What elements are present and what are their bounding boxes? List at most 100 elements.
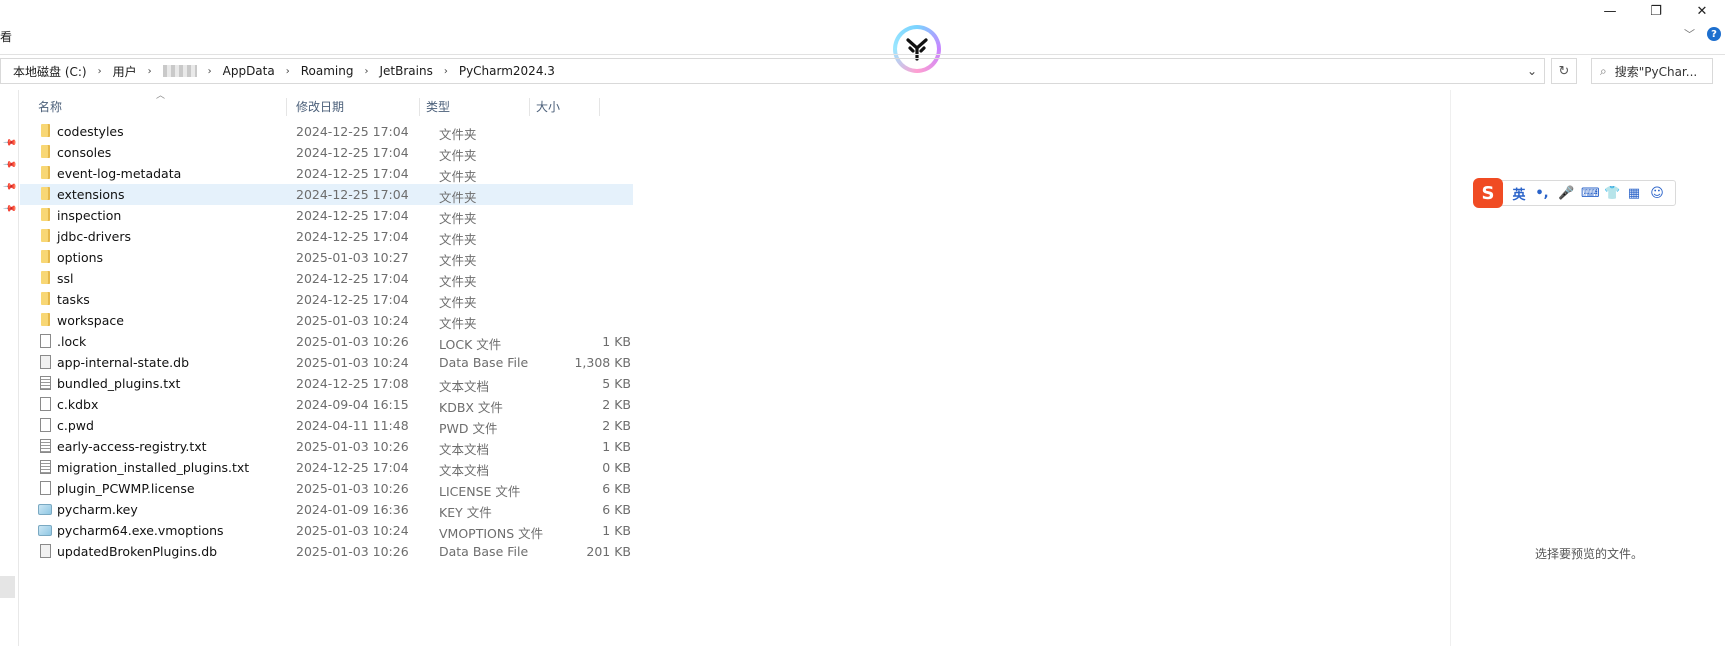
window-controls: — ❐ ✕ [1587,0,1725,22]
file-name[interactable]: bundled_plugins.txt [57,376,180,391]
table-row[interactable]: pycharm.key 2024-01-09 16:36 KEY 文件 6 KB [20,499,1450,520]
keyboard-icon[interactable]: ⌨ [1581,186,1600,201]
file-name[interactable]: options [57,250,103,265]
column-header-name[interactable]: 名称 [32,98,287,116]
file-name[interactable]: workspace [57,313,124,328]
column-header-size[interactable]: 大小 [530,98,600,116]
apps-grid-icon[interactable]: ▦ [1627,186,1641,201]
database-file-icon [40,544,51,558]
file-name[interactable]: early-access-registry.txt [57,439,207,454]
address-bar[interactable]: 本地磁盘 (C:) › 用户 › › AppData › Roaming › JetBrains ›… [0,58,1545,84]
file-size: 0 KB [602,460,631,475]
breadcrumb-item[interactable]: AppData [223,64,275,78]
pin-icon[interactable]: 📌 [2,179,17,194]
file-type: KDBX 文件 [439,400,503,415]
breadcrumb-item[interactable]: Roaming [301,64,354,78]
breadcrumb-redacted-user[interactable] [162,65,197,77]
breadcrumb-item[interactable]: JetBrains [379,64,432,78]
ime-toolbar[interactable]: S 英 •, 🎤 ⌨ 👕 ▦ ☺ [1473,178,1676,208]
file-name[interactable]: updatedBrokenPlugins.db [57,544,217,559]
breadcrumb-item[interactable]: 用户 [113,63,137,80]
file-size: 1 KB [602,523,631,538]
table-row[interactable]: ssl 2024-12-25 17:04 文件夹 [20,268,1450,289]
table-row[interactable]: app-internal-state.db 2025-01-03 10:24 Dat… [20,352,1450,373]
breadcrumb-separator-icon[interactable]: › [208,66,212,77]
table-row[interactable]: consoles 2024-12-25 17:04 文件夹 [20,142,1450,163]
file-icon [40,334,51,348]
file-name[interactable]: .lock [57,334,86,349]
breadcrumb-separator-icon[interactable]: › [444,66,448,77]
file-name[interactable]: migration_installed_plugins.txt [57,460,249,475]
table-row[interactable]: pycharm64.exe.vmoptions 2025-01-03 10:24 V… [20,520,1450,541]
close-button[interactable]: ✕ [1679,0,1725,22]
minimize-button[interactable]: — [1587,0,1633,22]
column-header-type[interactable]: 类型 [420,98,530,116]
breadcrumb-separator-icon[interactable]: › [364,66,368,77]
refresh-button[interactable]: ↻ [1551,58,1577,84]
file-name[interactable]: consoles [57,145,111,160]
search-input[interactable]: ⌕ 搜索"PyChar... [1591,58,1713,84]
breadcrumb-item[interactable]: 本地磁盘 (C:) [13,63,87,80]
table-row[interactable]: extensions 2024-12-25 17:04 文件夹 [20,184,633,205]
file-name[interactable]: ssl [57,271,74,286]
table-row[interactable]: c.kdbx 2024-09-04 16:15 KDBX 文件 2 KB [20,394,1450,415]
column-header-row: ︿ 名称 修改日期 类型 大小 [20,90,1450,120]
breadcrumb-separator-icon[interactable]: › [148,66,152,77]
file-modified: 2024-01-09 16:36 [296,502,409,517]
file-name[interactable]: pycharm.key [57,502,138,517]
table-row[interactable]: bundled_plugins.txt 2024-12-25 17:08 文本文档 5… [20,373,1450,394]
file-type: 文件夹 [439,148,477,163]
pin-icon[interactable]: 📌 [2,135,17,150]
microphone-icon[interactable]: 🎤 [1558,186,1574,201]
file-name[interactable]: c.kdbx [57,397,98,412]
file-size: 6 KB [602,481,631,496]
ime-language-toggle[interactable]: 英 [1512,184,1526,203]
file-name[interactable]: pycharm64.exe.vmoptions [57,523,224,538]
table-row[interactable]: options 2025-01-03 10:27 文件夹 [20,247,1450,268]
folder-icon [41,292,50,305]
ribbon-tab-view[interactable]: 看 [0,28,12,45]
address-history-dropdown-icon[interactable]: ⌄ [1520,59,1544,83]
file-modified: 2024-12-25 17:04 [296,208,409,223]
file-name[interactable]: jdbc-drivers [57,229,131,244]
skin-icon[interactable]: 👕 [1604,186,1620,201]
pin-icon[interactable]: 📌 [2,157,17,172]
pin-icon[interactable]: 📌 [2,201,17,216]
file-name[interactable]: inspection [57,208,121,223]
emoji-icon[interactable]: ☺ [1650,186,1664,201]
expand-ribbon-icon[interactable]: ﹀ [1684,26,1695,42]
column-header-modified[interactable]: 修改日期 [290,98,420,116]
punctuation-icon[interactable]: •, [1535,186,1549,201]
file-name[interactable]: plugin_PCWMP.license [57,481,195,496]
sogou-logo-icon[interactable]: S [1473,178,1503,208]
folder-icon [41,187,50,200]
table-row[interactable]: workspace 2025-01-03 10:24 文件夹 [20,310,1450,331]
breadcrumb-separator-icon[interactable]: › [286,66,290,77]
table-row[interactable]: plugin_PCWMP.license 2025-01-03 10:26 LICE… [20,478,1450,499]
restore-button[interactable]: ❐ [1633,0,1679,22]
text-file-icon [40,460,51,474]
nav-selected-item[interactable] [0,576,15,598]
file-modified: 2024-12-25 17:04 [296,187,409,202]
table-row[interactable]: c.pwd 2024-04-11 11:48 PWD 文件 2 KB [20,415,1450,436]
file-name[interactable]: codestyles [57,124,124,139]
file-name[interactable]: c.pwd [57,418,94,433]
table-row[interactable]: inspection 2024-12-25 17:04 文件夹 [20,205,1450,226]
table-row[interactable]: updatedBrokenPlugins.db 2025-01-03 10:26 D… [20,541,1450,562]
file-name[interactable]: tasks [57,292,90,307]
file-name[interactable]: event-log-metadata [57,166,181,181]
file-name[interactable]: app-internal-state.db [57,355,189,370]
table-row[interactable]: jdbc-drivers 2024-12-25 17:04 文件夹 [20,226,1450,247]
table-row[interactable]: migration_installed_plugins.txt 2024-12-2… [20,457,1450,478]
navigation-pane[interactable]: 📌 📌 📌 📌 [0,90,19,646]
help-icon[interactable]: ? [1707,27,1721,41]
breadcrumb-item[interactable]: PyCharm2024.3 [459,64,555,78]
table-row[interactable]: codestyles 2024-12-25 17:04 文件夹 [20,121,1450,142]
breadcrumb-separator-icon[interactable]: › [98,66,102,77]
table-row[interactable]: tasks 2024-12-25 17:04 文件夹 [20,289,1450,310]
table-row[interactable]: event-log-metadata 2024-12-25 17:04 文件夹 [20,163,1450,184]
file-name[interactable]: extensions [57,187,124,202]
table-row[interactable]: .lock 2025-01-03 10:26 LOCK 文件 1 KB [20,331,1450,352]
table-row[interactable]: early-access-registry.txt 2025-01-03 10:2… [20,436,1450,457]
file-icon [40,481,51,495]
